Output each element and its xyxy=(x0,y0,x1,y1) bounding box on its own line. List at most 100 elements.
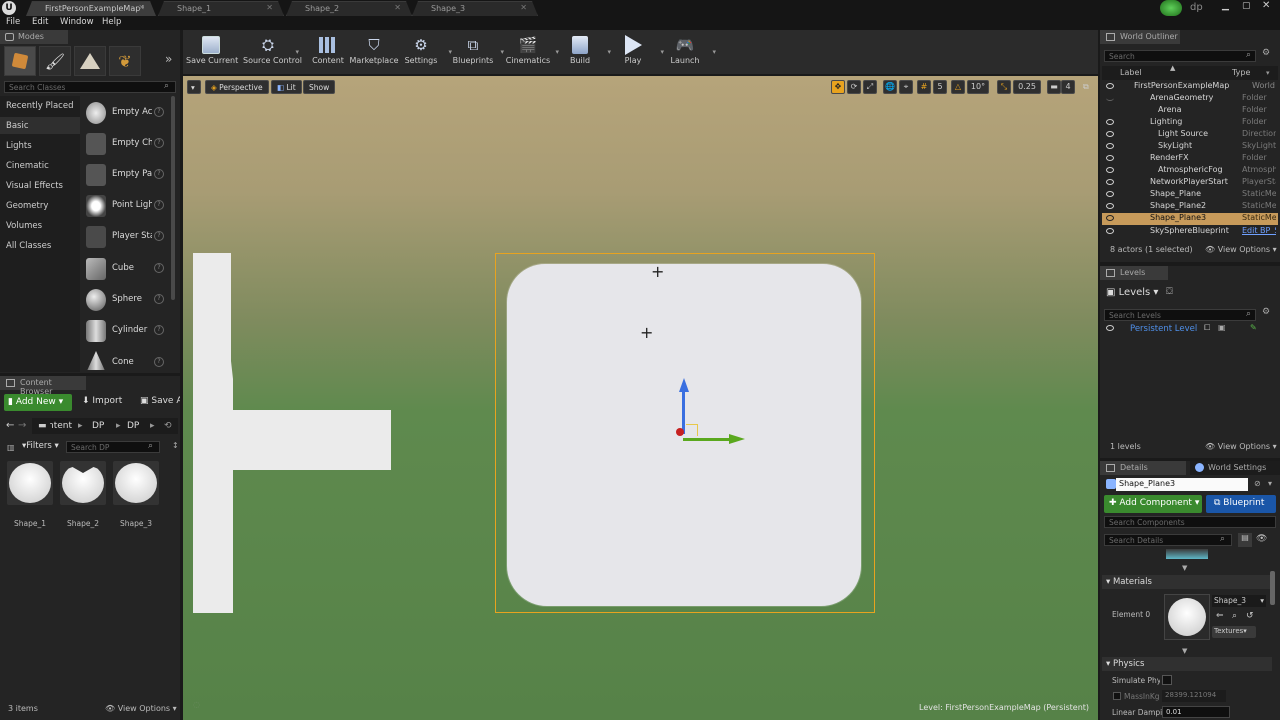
nav-forward-icon[interactable]: → xyxy=(18,420,26,431)
lit-button[interactable]: ◧ Lit xyxy=(271,80,302,94)
search-classes-input[interactable]: Search Classes xyxy=(4,81,176,93)
outliner-row-skysphere[interactable]: SkySphereBlueprintEdit BP_Sky xyxy=(1104,226,1276,238)
level-viewport[interactable]: ▾ ◈ Perspective ◧ Lit Show ✥ ⟳ ⤢ 🌐 ⌖ # 5… xyxy=(183,76,1098,720)
category-cinematic[interactable]: Cinematic xyxy=(6,161,49,171)
outliner-row-atmosphericfog[interactable]: AtmosphericFogAtmosphericFog xyxy=(1104,165,1276,177)
gizmo-plane-handle[interactable] xyxy=(686,424,698,436)
visibility-eye-icon[interactable] xyxy=(1106,131,1114,137)
place-cube[interactable]: Cube? xyxy=(84,255,174,283)
close-icon[interactable]: ✕ xyxy=(520,3,527,12)
details-options-icon[interactable]: ▾ xyxy=(1268,479,1272,488)
world-local-icon[interactable]: 🌐 xyxy=(883,80,897,94)
nav-back-icon[interactable]: ← xyxy=(6,420,14,431)
landscape-mode-button[interactable] xyxy=(74,46,106,76)
foliage-mode-button[interactable]: ❦ xyxy=(109,46,141,76)
source-control-button[interactable]: ⛭ Source Control ▾ xyxy=(243,32,302,72)
column-label[interactable]: Label xyxy=(1120,68,1142,77)
linear-damping-field[interactable]: 0.01 xyxy=(1162,706,1230,718)
outliner-row-world[interactable]: FirstPersonExampleMap World xyxy=(1104,81,1276,93)
mass-field[interactable]: 28399.121094 xyxy=(1162,690,1226,702)
blueprint-button[interactable]: ⧉ Blueprint xyxy=(1206,495,1276,513)
physics-header[interactable]: ▾ Physics xyxy=(1102,657,1272,671)
outliner-search-input[interactable]: Search xyxy=(1104,50,1256,62)
view-options-button[interactable]: 👁 View Options ▾ xyxy=(105,704,177,713)
gizmo-z-axis[interactable] xyxy=(682,390,685,434)
use-selected-arrow-icon[interactable]: ⇐ xyxy=(1216,611,1224,621)
search-dp-input[interactable]: Search DP xyxy=(66,441,160,453)
visibility-eye-icon[interactable] xyxy=(1106,143,1114,149)
category-volumes[interactable]: Volumes xyxy=(6,221,42,231)
visibility-eye-icon[interactable] xyxy=(1106,95,1114,101)
collapse-arrow-icon[interactable]: ▼ xyxy=(1182,564,1187,572)
menu-window[interactable]: Window xyxy=(60,17,94,27)
help-icon[interactable]: ? xyxy=(154,263,164,273)
rotation-snap-value[interactable]: 10° xyxy=(967,80,989,94)
place-sphere[interactable]: Sphere? xyxy=(84,286,174,314)
actor-name-field[interactable]: Shape_Plane3 xyxy=(1116,478,1248,491)
gizmo-z-arrow-icon[interactable] xyxy=(679,378,689,392)
levels-settings-icon[interactable]: ⚙ xyxy=(1262,307,1270,317)
materials-header[interactable]: ▾ Materials xyxy=(1102,575,1272,589)
column-type-dropdown[interactable]: ▾ xyxy=(1266,69,1270,77)
menu-file[interactable]: File xyxy=(6,17,20,27)
visibility-eye-icon[interactable] xyxy=(1106,119,1114,125)
surface-snap-icon[interactable]: ⌖ xyxy=(899,80,913,94)
reset-arrow-icon[interactable]: ↺ xyxy=(1246,611,1254,621)
visibility-eye-icon[interactable] xyxy=(1106,179,1114,185)
help-icon[interactable]: ? xyxy=(154,325,164,335)
color-picker-icon[interactable]: ✎ xyxy=(1250,323,1257,332)
marketplace-button[interactable]: ⛉ Marketplace xyxy=(349,32,399,72)
outliner-row-skylight[interactable]: SkyLight SkyLight xyxy=(1104,141,1276,153)
tab-shape-2[interactable]: Shape_2 ✕ xyxy=(286,1,412,16)
history-icon[interactable]: ⟲ xyxy=(164,421,172,431)
save-level-icon[interactable]: ▣ xyxy=(1218,323,1226,332)
visibility-eye-icon[interactable] xyxy=(1106,83,1114,89)
more-modes-icon[interactable]: » xyxy=(165,52,172,66)
details-scrollbar[interactable] xyxy=(1270,571,1275,605)
place-empty-character[interactable]: Empty Character? xyxy=(84,130,174,158)
maximize-button[interactable]: ▢ xyxy=(1242,1,1251,11)
paint-mode-button[interactable]: 🖌 xyxy=(39,46,71,76)
settings-button[interactable]: ⚙ Settings ▾ xyxy=(396,32,452,72)
help-icon[interactable]: ? xyxy=(154,169,164,179)
breadcrumb-dp-2[interactable]: DP xyxy=(127,421,139,431)
levels-summon-icon[interactable]: ⛋ xyxy=(1166,287,1173,297)
camera-speed-value[interactable]: 4 xyxy=(1061,80,1075,94)
help-icon[interactable]: ? xyxy=(154,200,164,210)
visibility-eye-icon[interactable] xyxy=(1106,155,1114,161)
outliner-row-light-source[interactable]: Light SourceDirectionalLight xyxy=(1104,129,1276,141)
category-all-classes[interactable]: All Classes xyxy=(6,241,51,251)
outliner-row-shape-plane2[interactable]: Shape_Plane2StaticMeshActor xyxy=(1104,201,1276,213)
place-point-light[interactable]: Point Light? xyxy=(84,192,174,220)
outliner-row-shape-plane3[interactable]: Shape_Plane3StaticMeshActor xyxy=(1104,213,1276,225)
breadcrumb-dp[interactable]: DP xyxy=(92,421,104,431)
levels-view-options[interactable]: 👁 View Options ▾ xyxy=(1205,442,1277,451)
asset-shape-1[interactable]: Shape_1 xyxy=(7,461,53,528)
gizmo-x-handle[interactable] xyxy=(676,428,684,436)
search-levels-input[interactable]: Search Levels xyxy=(1104,309,1256,321)
help-icon[interactable]: ? xyxy=(154,138,164,148)
place-empty-pawn[interactable]: Empty Pawn? xyxy=(84,161,174,189)
visibility-eye-icon[interactable] xyxy=(1106,191,1114,197)
unreal-logo[interactable]: U xyxy=(2,1,16,15)
outliner-row-arena[interactable]: Arena Folder xyxy=(1104,105,1276,117)
tab-shape-1[interactable]: Shape_1 ✕ xyxy=(158,1,284,16)
user-initials[interactable]: dp xyxy=(1190,2,1203,13)
outliner-row-networkplayerstart[interactable]: NetworkPlayerStartPlayerStart xyxy=(1104,177,1276,189)
tab-firstpersonexamplemap[interactable]: FirstPersonExampleMap* ✕ xyxy=(26,1,156,16)
place-empty-actor[interactable]: Empty Actor? xyxy=(84,99,174,127)
outliner-view-options[interactable]: 👁 View Options ▾ xyxy=(1205,245,1277,254)
visibility-eye-icon[interactable] xyxy=(1106,325,1114,331)
close-icon[interactable]: ✕ xyxy=(266,3,273,12)
help-icon[interactable]: ? xyxy=(154,357,164,367)
shape-plane3-mesh[interactable] xyxy=(507,264,861,606)
asset-shape-2[interactable]: Shape_2 xyxy=(60,461,106,528)
save-all-button[interactable]: ▣ Save All xyxy=(140,396,180,406)
close-icon[interactable]: ✕ xyxy=(394,3,401,12)
lock-icon[interactable]: ⧠ xyxy=(1204,323,1210,333)
outliner-row-renderfx[interactable]: RenderFX Folder xyxy=(1104,153,1276,165)
import-button[interactable]: ⬇ Import xyxy=(82,396,122,406)
breadcrumb-content[interactable]: Content xyxy=(50,421,72,431)
help-icon[interactable]: ? xyxy=(154,294,164,304)
maximize-viewport-icon[interactable]: ⧉ xyxy=(1083,82,1089,92)
